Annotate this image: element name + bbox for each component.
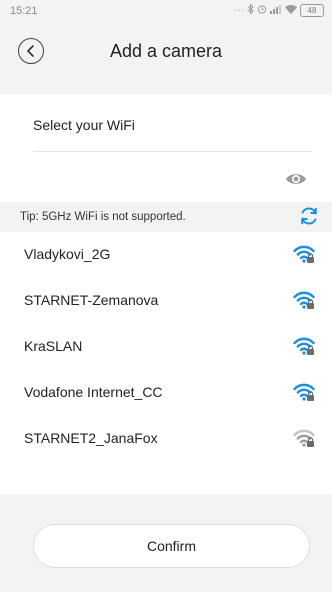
refresh-icon[interactable] — [298, 205, 320, 227]
wifi-form: Select your WiFi — [0, 95, 332, 207]
wifi-status-icon — [285, 4, 297, 17]
cell-signal-icon — [270, 4, 282, 17]
header: Add a camera — [0, 24, 332, 80]
tip-text: Tip: 5GHz WiFi is not supported. — [20, 211, 186, 223]
bluetooth-icon — [247, 3, 254, 17]
more-dots-icon: ··· — [234, 5, 244, 16]
wifi-lock-icon — [293, 245, 315, 263]
network-list: Vladykovi_2G STARNET-Zemanova KraSLAN Vo… — [0, 232, 332, 494]
network-item[interactable]: KraSLAN — [0, 324, 332, 370]
network-name: Vodafone Internet_CC — [24, 384, 163, 400]
battery-icon: 48 — [300, 4, 324, 17]
status-icons: ··· 48 — [234, 3, 324, 17]
confirm-button[interactable]: Confirm — [33, 524, 310, 568]
password-field[interactable] — [33, 167, 282, 193]
network-item[interactable]: STARNET-Zemanova — [0, 278, 332, 324]
network-item[interactable]: STARNET2_JanaFox — [0, 416, 332, 462]
network-name: STARNET2_JanaFox — [24, 430, 158, 446]
status-time: 15:21 — [10, 5, 38, 17]
wifi-lock-icon — [293, 337, 315, 355]
wifi-lock-icon — [293, 291, 315, 309]
network-item[interactable]: Vodafone Internet_CC — [0, 370, 332, 416]
eye-icon[interactable] — [285, 171, 307, 187]
network-name: Vladykovi_2G — [24, 246, 111, 262]
wifi-select-field[interactable]: Select your WiFi — [33, 117, 135, 133]
wifi-lock-icon — [293, 429, 315, 447]
network-name: KraSLAN — [24, 338, 83, 354]
alarm-icon — [257, 4, 267, 17]
tip-row: Tip: 5GHz WiFi is not supported. — [0, 202, 332, 232]
wifi-lock-icon — [293, 383, 315, 401]
status-bar: 15:21 ··· 48 — [0, 0, 332, 24]
page-title: Add a camera — [109, 41, 223, 61]
network-item[interactable]: Vladykovi_2G — [0, 232, 332, 278]
field-divider — [33, 151, 312, 152]
network-name: STARNET-Zemanova — [24, 292, 159, 308]
